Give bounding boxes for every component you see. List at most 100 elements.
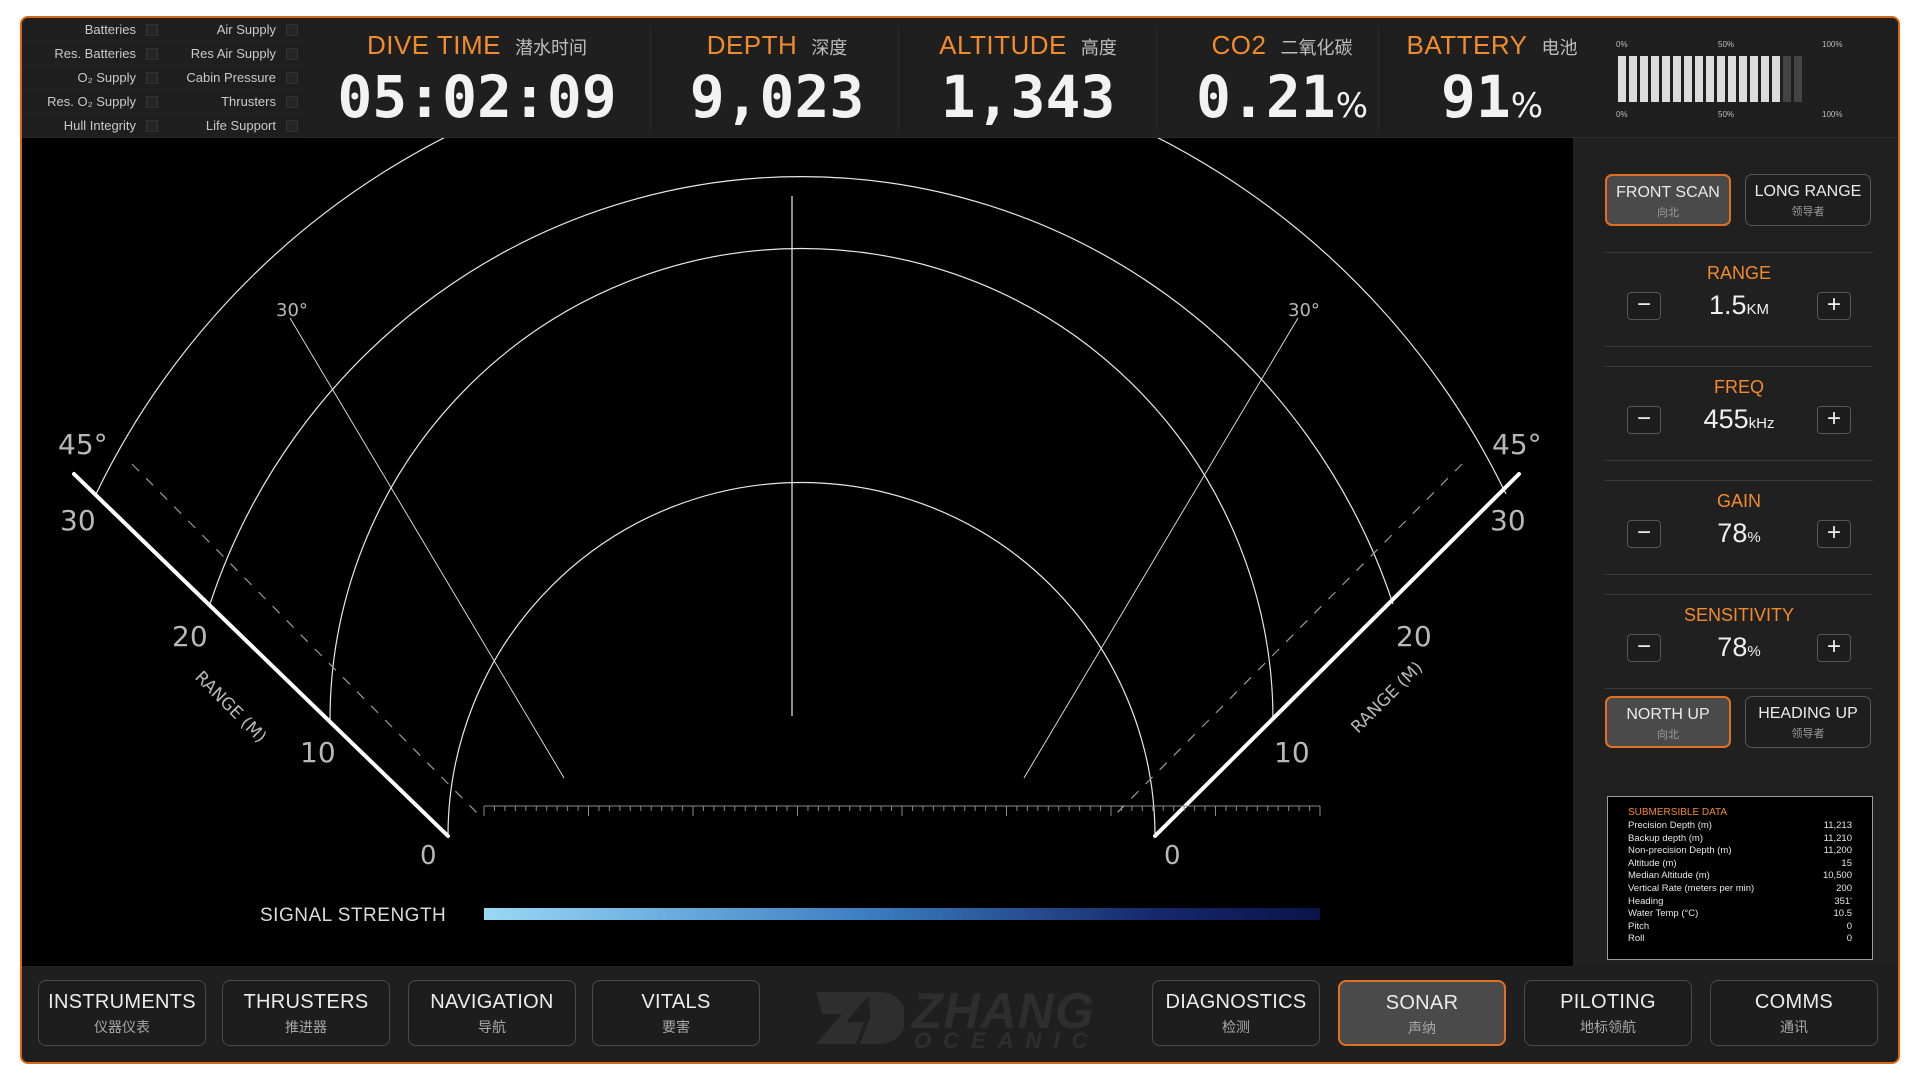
submersible-data-row: Heading 351' <box>1628 896 1852 909</box>
range-increase-button[interactable]: + <box>1817 292 1851 320</box>
nav-piloting[interactable]: PILOTING 地标领航 <box>1524 980 1692 1046</box>
battery-cell <box>1640 56 1648 102</box>
submersible-data-row: Altitude (m) 15 <box>1628 858 1852 871</box>
range-tick: 20 <box>172 620 208 653</box>
freq-decrease-button[interactable]: − <box>1627 406 1661 434</box>
dive-time-value: 05:02:09 <box>337 63 617 131</box>
data-value: 351' <box>1834 895 1852 907</box>
battery-cell <box>1651 56 1659 102</box>
gain-value: 78% <box>1717 518 1761 548</box>
metric-altitude: ALTITUDE 高度 1,343 <box>908 18 1148 138</box>
depth-value: 9,023 <box>689 63 865 131</box>
sonar-fan: 45° 45° 30° 30° 30 20 10 0 30 20 10 0 RA… <box>58 138 1542 871</box>
status-light: Res. Batteries <box>22 42 162 66</box>
sonar-controls: FRONT SCAN 向北 LONG RANGE 领导者 RANGE − 1.5KM… <box>1573 138 1898 966</box>
battery-cell <box>1772 56 1780 102</box>
sonar-display: 45° 45° 30° 30° 30 20 10 0 30 20 10 0 RA… <box>22 138 1573 966</box>
battery-value: 91% <box>1440 63 1544 131</box>
battery-cell <box>1618 56 1626 102</box>
status-lights-left: Batteries Res. Batteries O₂ Supply Res. … <box>22 18 162 138</box>
data-key: Pitch <box>1628 920 1650 932</box>
battery-cell <box>1673 56 1681 102</box>
battery-cell <box>1728 56 1736 102</box>
nav-vitals[interactable]: VITALS 要害 <box>592 980 760 1046</box>
heading-up-button[interactable]: HEADING UP 领导者 <box>1745 696 1871 748</box>
status-light: Thrusters <box>162 90 302 114</box>
indicator-light <box>146 23 158 36</box>
indicator-light <box>286 23 298 36</box>
data-key: Water Temp (°C) <box>1628 908 1699 920</box>
metric-dive-time: DIVE TIME 潜水时间 05:02:09 <box>312 18 642 138</box>
top-bar: Batteries Res. Batteries O₂ Supply Res. … <box>22 18 1898 138</box>
bearing-line-left <box>289 317 565 779</box>
battery-cell <box>1717 56 1725 102</box>
submersible-data-row: Precision Depth (m) 11,213 <box>1628 820 1852 833</box>
status-light: Air Supply <box>162 18 302 42</box>
battery-cell <box>1695 56 1703 102</box>
nav-comms[interactable]: COMMS 通讯 <box>1710 980 1878 1046</box>
data-value: 11,213 <box>1823 820 1852 831</box>
co2-value: 0.21% <box>1196 63 1368 131</box>
data-key: Vertical Rate (meters per min) <box>1628 882 1755 894</box>
range-tick: 0 <box>1164 841 1181 871</box>
submersible-data-row: Pitch 0 <box>1628 921 1852 934</box>
status-light: Res Air Supply <box>162 42 302 66</box>
data-value: 10.5 <box>1833 908 1853 920</box>
freq-increase-button[interactable]: + <box>1817 406 1851 434</box>
indicator-light <box>286 95 298 108</box>
range-axis-label: RANGE (M) <box>1347 658 1427 738</box>
nav-navigation[interactable]: NAVIGATION 导航 <box>408 980 576 1046</box>
angle-label: 45° <box>58 428 108 461</box>
battery-cell <box>1629 56 1637 102</box>
logo-subwordmark: OCEANIC <box>914 1028 1100 1053</box>
range-arc <box>329 247 1274 721</box>
status-light: Life Support <box>162 114 302 138</box>
battery-cell <box>1750 56 1758 102</box>
data-value: 200 <box>1836 882 1852 894</box>
sensitivity-value: 78% <box>1717 632 1761 662</box>
submersible-data-row: Non-precision Depth (m) 11,200 <box>1628 845 1852 858</box>
north-up-button[interactable]: NORTH UP 向北 <box>1605 696 1731 748</box>
gain-increase-button[interactable]: + <box>1817 520 1851 548</box>
range-decrease-button[interactable]: − <box>1627 292 1661 320</box>
indicator-light <box>146 71 158 84</box>
range-title: RANGE <box>1706 263 1771 283</box>
data-value: 10,500 <box>1822 870 1852 882</box>
range-arc-inner <box>447 481 1156 837</box>
long-range-button[interactable]: LONG RANGE 领导者 <box>1745 174 1871 226</box>
battery-cell <box>1706 56 1714 102</box>
submersible-data-title: SUBMERSIBLE DATA <box>1628 807 1728 818</box>
signal-strength-bar <box>484 908 1320 920</box>
signal-strength-label: SIGNAL STRENGTH <box>260 905 447 926</box>
front-scan-button[interactable]: FRONT SCAN 向北 <box>1605 174 1731 226</box>
battery-cell <box>1794 56 1802 102</box>
nav-diagnostics[interactable]: DIAGNOSTICS 检测 <box>1152 980 1320 1046</box>
gain-decrease-button[interactable]: − <box>1627 520 1661 548</box>
indicator-light <box>146 95 158 108</box>
data-key: Roll <box>1628 933 1645 945</box>
app-frame: Batteries Res. Batteries O₂ Supply Res. … <box>20 16 1900 1064</box>
submersible-data-row: Water Temp (°C) 10.5 <box>1628 908 1852 921</box>
battery-cell <box>1684 56 1692 102</box>
metric-battery: BATTERY 电池 91% <box>1392 18 1592 138</box>
logo-mark-icon <box>816 992 904 1044</box>
indicator-light <box>286 119 298 132</box>
fan-edge-left <box>72 472 450 838</box>
data-key: Median Altitude (m) <box>1628 870 1710 882</box>
sensitivity-increase-button[interactable]: + <box>1817 634 1851 662</box>
data-key: Heading <box>1628 895 1664 907</box>
range-value: 1.5KM <box>1708 290 1770 320</box>
freq-value: 455kHz <box>1703 404 1775 434</box>
status-light: Hull Integrity <box>22 114 162 138</box>
indicator-light <box>286 71 298 84</box>
gain-control: GAIN − 78% + <box>1605 480 1873 575</box>
range-tick: 10 <box>1274 736 1310 769</box>
battery-bars <box>1618 56 1802 102</box>
bottom-nav: INSTRUMENTS 仪器仪表 THRUSTERS 推进器 NAVIGATION 导… <box>22 966 1898 1062</box>
nav-thrusters[interactable]: THRUSTERS 推进器 <box>222 980 390 1046</box>
sensitivity-decrease-button[interactable]: − <box>1627 634 1661 662</box>
status-light: Batteries <box>22 18 162 42</box>
status-lights-right: Air Supply Res Air Supply Cabin Pressure… <box>162 18 302 138</box>
nav-instruments[interactable]: INSTRUMENTS 仪器仪表 <box>38 980 206 1046</box>
nav-sonar[interactable]: SONAR 声纳 <box>1338 980 1506 1046</box>
